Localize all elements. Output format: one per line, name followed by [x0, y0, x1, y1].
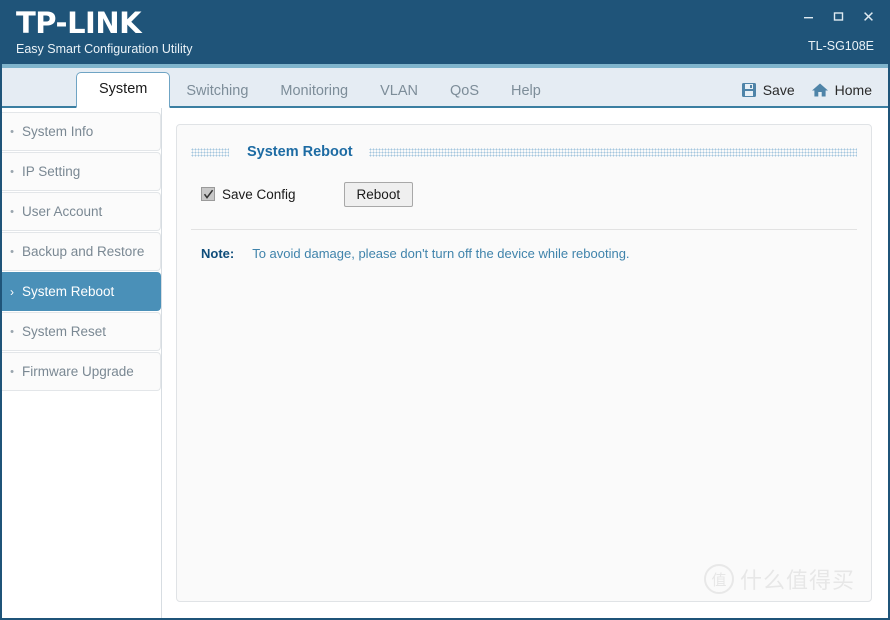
- reboot-button[interactable]: Reboot: [343, 181, 414, 207]
- note-label: Note:: [201, 246, 235, 261]
- minimize-icon[interactable]: [798, 7, 818, 25]
- sidebar-item-label: Backup and Restore: [22, 244, 145, 259]
- tab-system[interactable]: System: [76, 72, 171, 108]
- dotted-rule-left-icon: [191, 147, 229, 157]
- sidebar-item-label: System Reboot: [22, 284, 115, 299]
- bullet-icon: •: [10, 365, 14, 378]
- navigation-bar: System Switching Monitoring VLAN QoS Hel…: [2, 68, 888, 108]
- bullet-icon: •: [10, 165, 14, 178]
- note: Note: To avoid damage, please don't turn…: [191, 246, 857, 261]
- save-icon: [741, 82, 757, 98]
- window-controls: [798, 7, 878, 25]
- sidebar-item-system-reboot[interactable]: › System Reboot: [2, 272, 161, 311]
- checkbox-box-icon: [201, 187, 215, 201]
- sidebar-item-system-info[interactable]: • System Info: [2, 112, 161, 151]
- section-header: System Reboot: [191, 141, 857, 163]
- bullet-icon: •: [10, 125, 14, 138]
- brand-logo: TP-LINK: [16, 6, 142, 40]
- sidebar: • System Info • IP Setting • User Accoun…: [2, 108, 162, 618]
- content-area: System Reboot Save Config Reboot Note: T…: [162, 108, 888, 618]
- save-config-checkbox[interactable]: Save Config: [201, 187, 296, 202]
- brand-subtitle: Easy Smart Configuration Utility: [16, 42, 193, 56]
- controls-row: Save Config Reboot: [191, 179, 857, 209]
- sidebar-item-label: System Info: [22, 124, 94, 139]
- sidebar-item-backup-and-restore[interactable]: • Backup and Restore: [2, 232, 161, 271]
- tab-vlan[interactable]: VLAN: [364, 76, 434, 106]
- sidebar-item-ip-setting[interactable]: • IP Setting: [2, 152, 161, 191]
- note-text: To avoid damage, please don't turn off t…: [252, 246, 630, 261]
- brand: TP-LINK Easy Smart Configuration Utility: [16, 6, 192, 58]
- save-button-label: Save: [762, 82, 795, 98]
- system-reboot-panel: System Reboot Save Config Reboot Note: T…: [176, 124, 872, 602]
- home-button[interactable]: Home: [811, 82, 872, 98]
- sidebar-item-user-account[interactable]: • User Account: [2, 192, 161, 231]
- maximize-icon[interactable]: [828, 7, 848, 25]
- close-icon[interactable]: [858, 7, 878, 25]
- nav-actions: Save Home: [741, 82, 872, 98]
- dotted-rule-right-icon: [368, 147, 857, 157]
- bullet-icon: •: [10, 245, 14, 258]
- save-config-label: Save Config: [222, 186, 296, 202]
- chevron-right-icon: ›: [10, 284, 14, 299]
- section-divider: [191, 229, 857, 230]
- watermark-badge-icon: 值: [703, 564, 734, 594]
- tab-list: System Switching Monitoring VLAN QoS Hel…: [76, 68, 557, 108]
- home-icon: [811, 82, 829, 98]
- sidebar-item-label: IP Setting: [22, 164, 81, 179]
- title-bar: TP-LINK Easy Smart Configuration Utility…: [2, 2, 888, 68]
- device-model: TL-SG108E: [807, 39, 874, 53]
- application-window: TP-LINK Easy Smart Configuration Utility…: [0, 0, 890, 620]
- sidebar-item-firmware-upgrade[interactable]: • Firmware Upgrade: [2, 352, 161, 391]
- tab-switching[interactable]: Switching: [170, 76, 264, 106]
- home-button-label: Home: [834, 82, 872, 98]
- page-title: System Reboot: [247, 144, 353, 160]
- checkmark-icon: [203, 189, 213, 199]
- body-area: • System Info • IP Setting • User Accoun…: [2, 108, 888, 618]
- tab-monitoring[interactable]: Monitoring: [264, 76, 364, 106]
- save-button[interactable]: Save: [741, 82, 795, 98]
- watermark-text: 什么值得买: [739, 569, 855, 594]
- bullet-icon: •: [10, 205, 14, 218]
- sidebar-item-label: Firmware Upgrade: [22, 364, 134, 379]
- sidebar-item-label: User Account: [22, 204, 103, 219]
- sidebar-item-label: System Reset: [22, 324, 107, 339]
- tab-qos[interactable]: QoS: [434, 76, 495, 106]
- bullet-icon: •: [10, 325, 14, 338]
- sidebar-item-system-reset[interactable]: • System Reset: [2, 312, 161, 351]
- watermark: 值 什么值得买: [703, 563, 855, 595]
- tab-help[interactable]: Help: [495, 76, 557, 106]
